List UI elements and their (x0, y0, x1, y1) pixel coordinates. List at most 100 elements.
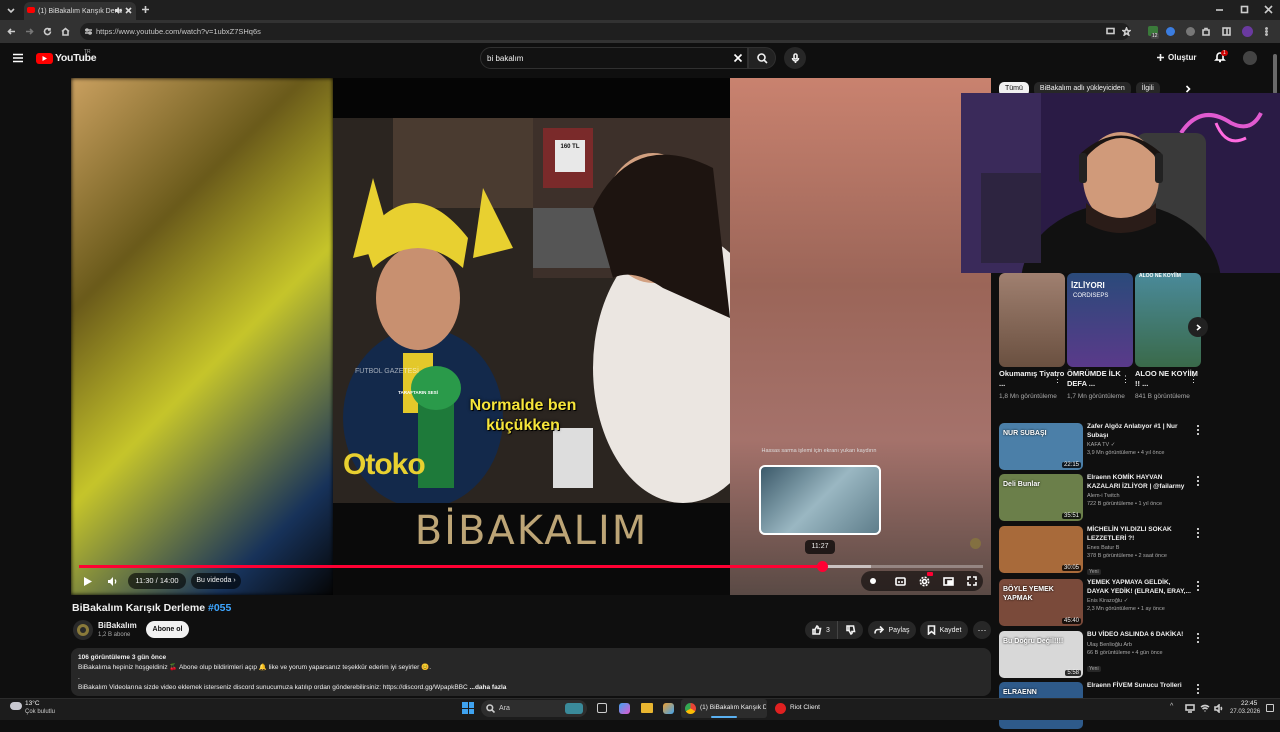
progress-bar[interactable] (79, 561, 983, 572)
video-description[interactable]: 106 görüntüleme 3 gün önce BiBakalıma he… (71, 648, 991, 696)
reload-icon[interactable] (43, 27, 52, 36)
tab-close-icon[interactable] (125, 7, 132, 14)
file-explorer-icon[interactable] (641, 703, 653, 713)
recommended-more-icon[interactable] (1195, 425, 1201, 435)
recommended-more-icon[interactable] (1195, 528, 1201, 538)
copilot-icon[interactable] (619, 703, 630, 714)
create-button[interactable]: Oluştur (1156, 48, 1204, 66)
shorts-thumbnail[interactable] (999, 273, 1065, 367)
new-tab-icon[interactable] (141, 5, 150, 14)
cast-icon[interactable] (1106, 27, 1115, 36)
recommended-title[interactable]: Zafer Algöz Anlatıyor #1 | Nur Subaşı (1087, 423, 1191, 440)
weather-widget[interactable]: 13°C Çok bulutlu (8, 700, 68, 718)
recommended-thumbnail[interactable]: Bu Doğru Değil!!!! 5:58 (999, 631, 1083, 678)
recommended-video[interactable]: Bu Doğru Değil!!!! 5:58 BU VİDEO ASLINDA 6… (999, 631, 1239, 681)
task-view-icon[interactable] (597, 703, 607, 713)
chips-next-chevron-icon[interactable] (1184, 85, 1192, 93)
description-more-link[interactable]: ...daha fazla (470, 684, 507, 691)
network-icon[interactable] (1185, 704, 1195, 713)
recommended-channel[interactable]: Alem-i Twitch (1087, 492, 1191, 500)
recommended-thumbnail[interactable]: 30:05 (999, 526, 1083, 573)
share-button[interactable]: Paylaş (868, 621, 916, 639)
address-bar[interactable]: https://www.youtube.com/watch?v=1ubxZ7SH… (80, 23, 1130, 40)
shorts-kebab-icon[interactable]: ⋮ (1189, 374, 1198, 385)
recommended-title[interactable]: Elraenn KOMİK HAYVAN KAZALARI İZLİYOR | … (1087, 474, 1191, 491)
recommended-thumbnail[interactable]: BÖYLE YEMEK YAPMAK 45:40 (999, 579, 1083, 626)
search-input[interactable]: bi bakalım (480, 47, 748, 69)
taskbar-search[interactable]: Ara (481, 700, 587, 717)
back-icon[interactable] (7, 27, 16, 36)
recommended-more-icon[interactable] (1195, 581, 1201, 591)
play-button[interactable] (80, 573, 96, 589)
recommended-thumbnail[interactable]: NUR SUBAŞI 22:15 (999, 423, 1083, 470)
clock-time[interactable]: 22:45 (1241, 700, 1257, 707)
browser-tab-active[interactable]: (1) BiBakalım Karışık Derle (24, 2, 136, 20)
shorts-kebab-icon[interactable]: ⋮ (1053, 374, 1062, 385)
volume-button[interactable] (105, 573, 121, 589)
hamburger-menu-icon[interactable] (12, 52, 24, 64)
video-player[interactable]: BİBAKALIM FUTBOL GAZETESİ TARAFTARIN SES… (71, 78, 991, 595)
recommended-more-icon[interactable] (1195, 633, 1201, 643)
recommended-channel[interactable]: Ulaş Benlioğlu Arb (1087, 641, 1191, 649)
tab-audio-icon[interactable] (114, 6, 123, 15)
photos-icon[interactable] (663, 703, 674, 714)
recommended-more-icon[interactable] (1195, 684, 1201, 694)
window-maximize-icon[interactable] (1240, 5, 1249, 14)
progress-scrubber-handle[interactable] (816, 561, 828, 572)
video-hashtag[interactable]: #055 (208, 602, 231, 614)
scrollbar-thumb[interactable] (1273, 54, 1277, 94)
bookmark-star-icon[interactable] (1122, 27, 1131, 36)
system-tray-chevron-icon[interactable]: ^ (1170, 703, 1173, 710)
subscribe-button[interactable]: Abone ol (146, 621, 189, 638)
extension-gray-icon[interactable] (1186, 27, 1195, 36)
tab-search-icon[interactable] (6, 5, 16, 15)
volume-icon[interactable] (1214, 704, 1224, 713)
recommended-more-icon[interactable] (1195, 476, 1201, 486)
window-close-icon[interactable] (1264, 5, 1273, 14)
youtube-logo-icon[interactable] (36, 53, 53, 64)
more-actions-button[interactable]: ⋯ (973, 621, 991, 639)
recommended-video[interactable]: NUR SUBAŞI 22:15 Zafer Algöz Anlatıyor #1 … (999, 423, 1239, 473)
shorts-thumbnail[interactable]: İZLİYORI CORDISEPS (1067, 273, 1133, 367)
riot-client-taskbar-button[interactable]: Riot Client (771, 699, 831, 718)
clock-date[interactable]: 27.03.2026 (1230, 709, 1260, 715)
chrome-taskbar-button[interactable]: (1) BiBakalım Karışık Der (681, 699, 767, 718)
forward-icon[interactable] (25, 27, 34, 36)
home-icon[interactable] (61, 27, 70, 36)
recommended-title[interactable]: BU VİDEO ASLINDA 6 DAKİKA! (1087, 631, 1191, 640)
recommended-video[interactable]: 30:05 MİCHELİN YILDIZLI SOKAK LEZZETLERİ … (999, 526, 1239, 576)
recommended-channel[interactable]: Enes Batur B (1087, 544, 1191, 552)
recommended-title[interactable]: YEMEK YAPMAYA GELDİK, DAYAK YEDİK! (ELRA… (1087, 579, 1191, 596)
extensions-puzzle-icon[interactable] (1202, 27, 1211, 36)
voice-search-button[interactable] (784, 47, 806, 69)
shorts-kebab-icon[interactable]: ⋮ (1121, 374, 1130, 385)
recommended-channel[interactable]: Enis Kirazoğlu ✓ (1087, 597, 1191, 605)
recommended-title[interactable]: Elraenn FİVEM Sunucu Trolleri (1087, 682, 1191, 691)
notification-center-icon[interactable] (1266, 704, 1274, 712)
miniplayer-icon[interactable] (940, 573, 956, 589)
shorts-next-button[interactable] (1188, 317, 1208, 337)
like-button[interactable]: 3 (805, 621, 837, 639)
channel-avatar[interactable] (73, 620, 93, 640)
windows-start-icon[interactable] (462, 702, 474, 714)
clear-search-icon[interactable] (733, 53, 743, 63)
recommended-thumbnail[interactable]: Deli Bunlar 35:51 (999, 474, 1083, 521)
autoplay-toggle-icon[interactable] (865, 573, 881, 589)
dislike-button[interactable] (837, 621, 863, 639)
account-avatar[interactable] (1243, 51, 1257, 65)
recommended-channel[interactable]: KAFA TV ✓ (1087, 441, 1191, 449)
search-button[interactable] (748, 47, 776, 69)
extension-blue-icon[interactable] (1166, 27, 1175, 36)
profile-avatar[interactable] (1242, 26, 1253, 37)
save-button[interactable]: Kaydet (920, 621, 968, 639)
window-minimize-icon[interactable] (1215, 5, 1224, 14)
fullscreen-icon[interactable] (964, 573, 980, 589)
recommended-video[interactable]: BÖYLE YEMEK YAPMAK 45:40 YEMEK YAPMAYA GEL… (999, 579, 1239, 629)
site-info-icon[interactable] (84, 27, 93, 36)
wifi-icon[interactable] (1200, 704, 1210, 713)
channel-watermark-icon[interactable] (970, 538, 981, 549)
recommended-title[interactable]: MİCHELİN YILDIZLI SOKAK LEZZETLERİ ?! (1087, 526, 1191, 543)
channel-name[interactable]: BiBakalım (98, 621, 137, 630)
recommended-video[interactable]: Deli Bunlar 35:51 Elraenn KOMİK HAYVAN KAZ… (999, 474, 1239, 524)
browser-menu-icon[interactable] (1262, 27, 1271, 36)
